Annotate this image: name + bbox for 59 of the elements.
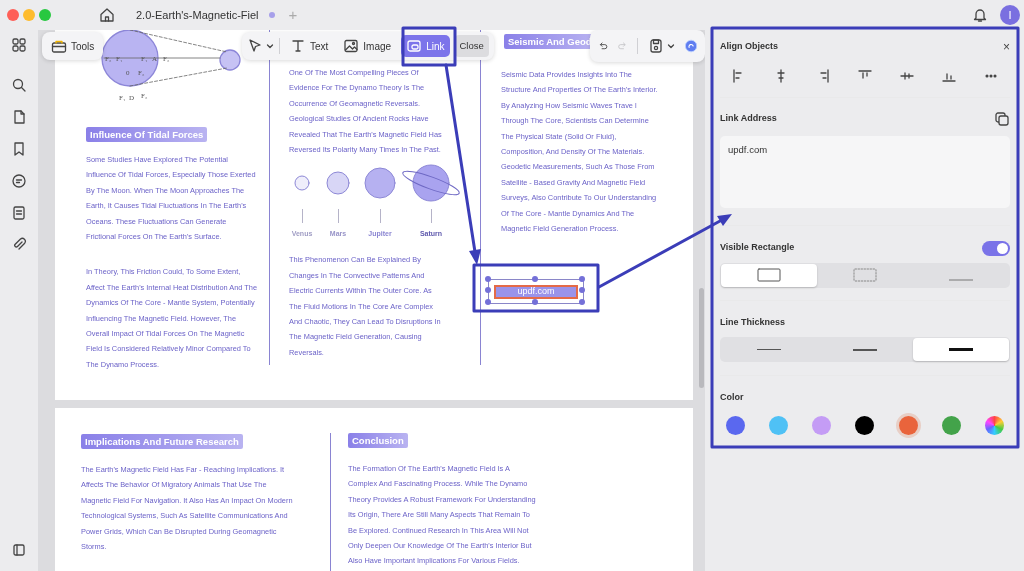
highlight-frame [401,26,457,67]
close-button[interactable]: × [1003,41,1010,52]
tick-mark [301,209,303,224]
section-label: Link Address [720,111,777,125]
bell-icon[interactable] [972,7,988,23]
copy-icon[interactable] [994,110,1010,127]
solid-style-icon [757,268,781,282]
layers-icon[interactable] [11,542,27,558]
custom-color-swatch[interactable] [984,415,1004,435]
resize-handle[interactable] [532,276,538,283]
caret-icon[interactable] [666,42,675,50]
tick-mark [430,209,432,224]
section-heading: Implications And Future Research [81,434,243,449]
medium-line-icon [853,348,877,351]
caret-icon[interactable] [266,42,274,50]
save-icon[interactable] [647,38,664,54]
toggle-switch[interactable] [982,240,1010,256]
home-icon[interactable] [98,6,116,24]
section-label: Line Thickness [720,315,786,329]
color-swatch[interactable] [726,415,745,435]
bookmark-icon[interactable] [11,141,27,157]
color-swatch[interactable] [769,415,789,435]
section-label: Color [720,391,744,404]
form-icon[interactable] [11,205,27,221]
comment-icon[interactable] [11,173,27,189]
app-logo-icon[interactable] [684,37,697,55]
paperclip-icon[interactable] [11,236,27,252]
user-avatar[interactable]: I [1000,5,1020,25]
link-address-field[interactable]: updf.com [720,135,1010,208]
section-heading: Influence Of Tidal Forces [86,127,208,142]
pages-icon[interactable] [11,109,27,125]
thick-line-icon [949,348,973,351]
dashed-style-icon [853,268,877,282]
image-icon [343,38,360,54]
link-icon [406,38,423,54]
tick-mark [379,209,381,224]
mode-tab[interactable]: Link [401,35,450,57]
pointer-icon[interactable] [247,38,263,54]
thin-line-icon [757,349,781,350]
window-control[interactable] [7,9,19,21]
color-swatch[interactable] [855,415,875,435]
document-tab[interactable]: 2.0-Earth's-Magnetic-Fiel [136,6,259,24]
color-swatch[interactable] [898,415,918,435]
section-label: Visible Rectangle [720,241,795,255]
text-icon [290,38,306,54]
line-thickness-option[interactable] [913,338,1009,361]
tick-mark [337,209,339,224]
search-icon[interactable] [11,77,27,93]
resize-handle[interactable] [532,299,538,306]
mode-tab[interactable]: Text [285,35,334,57]
apps-icon[interactable] [11,37,27,53]
color-swatch[interactable] [941,415,961,435]
mode-tab[interactable]: Image [338,35,397,57]
underline-style-icon [949,279,973,281]
color-swatch[interactable] [812,415,832,435]
rectangle-style-option[interactable] [721,263,817,287]
toolbox-icon [51,39,67,53]
panel-title: Align Objects [720,40,778,53]
section-heading: Conclusion [348,433,408,448]
